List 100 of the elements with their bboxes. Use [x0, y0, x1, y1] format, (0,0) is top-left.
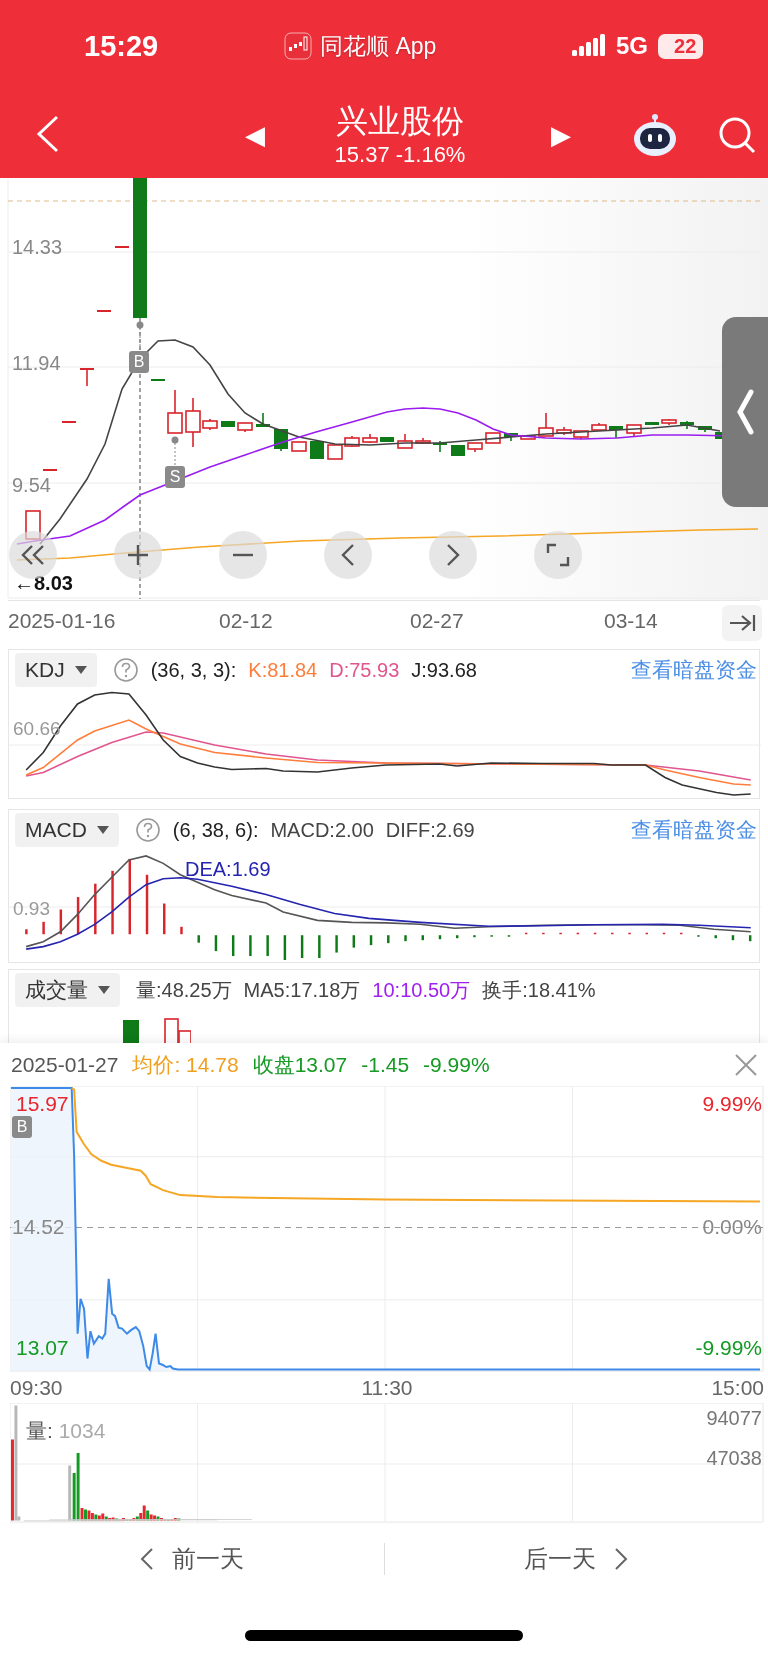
- histogram-bar: [369, 935, 373, 946]
- indicator-value: J:93.68: [411, 658, 477, 682]
- fullscreen-button[interactable]: [534, 531, 582, 579]
- indicator-dropdown[interactable]: 成交量: [15, 973, 120, 1007]
- candle: [237, 422, 253, 433]
- histogram-bar: [266, 935, 269, 957]
- back-chevron-icon: [36, 115, 60, 153]
- assistant-button[interactable]: [631, 113, 679, 157]
- time-label: 11:30: [361, 1376, 413, 1400]
- previous-day-button[interactable]: 前一天: [0, 1534, 384, 1584]
- candle: [591, 422, 607, 431]
- candle: [467, 442, 483, 453]
- candle: [626, 424, 642, 438]
- histogram-bar: [318, 935, 321, 958]
- axis-label: 13.07: [16, 1336, 69, 1360]
- axis-label: 14.33: [12, 236, 63, 259]
- low-price-label: ←8.03: [14, 572, 73, 595]
- average-price: 均价: 14.78: [132, 1051, 239, 1078]
- network-label: 5G: [616, 32, 648, 60]
- histogram-bar: [645, 932, 648, 935]
- histogram-bar: [576, 932, 580, 935]
- scroll-right-button[interactable]: [429, 531, 477, 579]
- histogram-bar: [748, 935, 752, 942]
- histogram-bar: [662, 932, 666, 935]
- histogram-bar: [249, 935, 252, 957]
- indicator-value: 换手:18.41%: [482, 977, 596, 1003]
- candle: [451, 444, 465, 457]
- axis-label: 15.97: [16, 1092, 69, 1116]
- indicator-params: (6, 38, 6):: [172, 818, 259, 842]
- candle: [291, 441, 307, 452]
- price-change: -1.45: [361, 1052, 410, 1077]
- indicator-dropdown[interactable]: KDJ: [15, 653, 97, 687]
- buy-marker: B: [129, 351, 149, 373]
- histogram-bar: [59, 909, 63, 935]
- candle: [415, 437, 431, 445]
- date-label: 03-14: [604, 609, 658, 633]
- side-panel-tab[interactable]: [722, 317, 768, 507]
- axis-label: 0.00%: [702, 1215, 762, 1239]
- axis-label: 9.54: [12, 474, 51, 497]
- candle: [556, 426, 572, 436]
- jump-to-end-button[interactable]: [722, 605, 762, 641]
- candle: [645, 421, 659, 426]
- help-icon[interactable]: [134, 817, 161, 843]
- search-button[interactable]: [717, 115, 757, 155]
- plus-icon: [127, 544, 149, 566]
- caret-icon: [98, 986, 110, 994]
- time-label: 09:30: [10, 1376, 63, 1400]
- chart-app-icon: [284, 32, 312, 60]
- histogram-bar: [197, 935, 200, 943]
- candle: [167, 389, 183, 434]
- candle: [485, 432, 501, 444]
- sell-marker: S: [165, 466, 185, 488]
- axis-label: 47038: [706, 1447, 762, 1470]
- chevron-left-icon: [736, 389, 754, 435]
- candle: [609, 425, 623, 439]
- indicator-dropdown[interactable]: MACD: [15, 813, 119, 847]
- chevron-left-icon: [139, 1547, 154, 1571]
- close-button[interactable]: [734, 1052, 758, 1077]
- histogram-bar: [438, 935, 442, 940]
- axis-label: 94077: [706, 1407, 762, 1430]
- candle: [573, 430, 589, 440]
- next-day-button[interactable]: 后一天: [384, 1534, 768, 1584]
- candle: [310, 440, 324, 460]
- caret-icon: [96, 826, 109, 834]
- indicator-value: MA5:17.18万: [243, 977, 361, 1003]
- histogram-bar: [680, 932, 683, 935]
- histogram-bar: [145, 874, 149, 935]
- candle: [538, 412, 554, 437]
- scroll-left-button[interactable]: [324, 531, 372, 579]
- time-label: 15:00: [711, 1376, 764, 1400]
- histogram-bar: [214, 935, 218, 952]
- help-icon[interactable]: [112, 657, 139, 683]
- next-stock-button[interactable]: ▶: [546, 119, 576, 151]
- double-chevron-icon: [20, 544, 46, 566]
- candle: [504, 432, 518, 442]
- histogram-bar: [352, 935, 356, 948]
- histogram-bar: [387, 935, 390, 944]
- indicator-value: D:75.93: [329, 658, 400, 682]
- app-name: 同花顺 App: [320, 31, 437, 61]
- histogram-bar: [542, 932, 545, 935]
- status-time: 15:29: [84, 29, 160, 63]
- arrow-to-bar-icon: [728, 613, 756, 633]
- candle: [661, 418, 677, 426]
- histogram-bar: [611, 932, 614, 935]
- histogram-bar: [456, 935, 459, 939]
- histogram-bar: [42, 921, 45, 935]
- fullscreen-icon: [546, 543, 570, 567]
- candle: [327, 444, 343, 460]
- percent-change: -9.99%: [423, 1052, 490, 1077]
- indicator-value: DEA:1.69: [185, 858, 271, 881]
- axis-label: -9.99%: [695, 1336, 762, 1360]
- candle: [79, 368, 95, 387]
- close-price: 收盘13.07: [252, 1051, 348, 1078]
- previous-stock-button[interactable]: ◀: [240, 119, 270, 151]
- date-label: 2025-01-16: [8, 609, 116, 633]
- search-icon: [717, 115, 757, 155]
- histogram-bar: [111, 870, 114, 935]
- histogram-bar: [524, 932, 528, 935]
- zoom-in-button[interactable]: [114, 531, 162, 579]
- chevron-left-icon: [341, 543, 355, 567]
